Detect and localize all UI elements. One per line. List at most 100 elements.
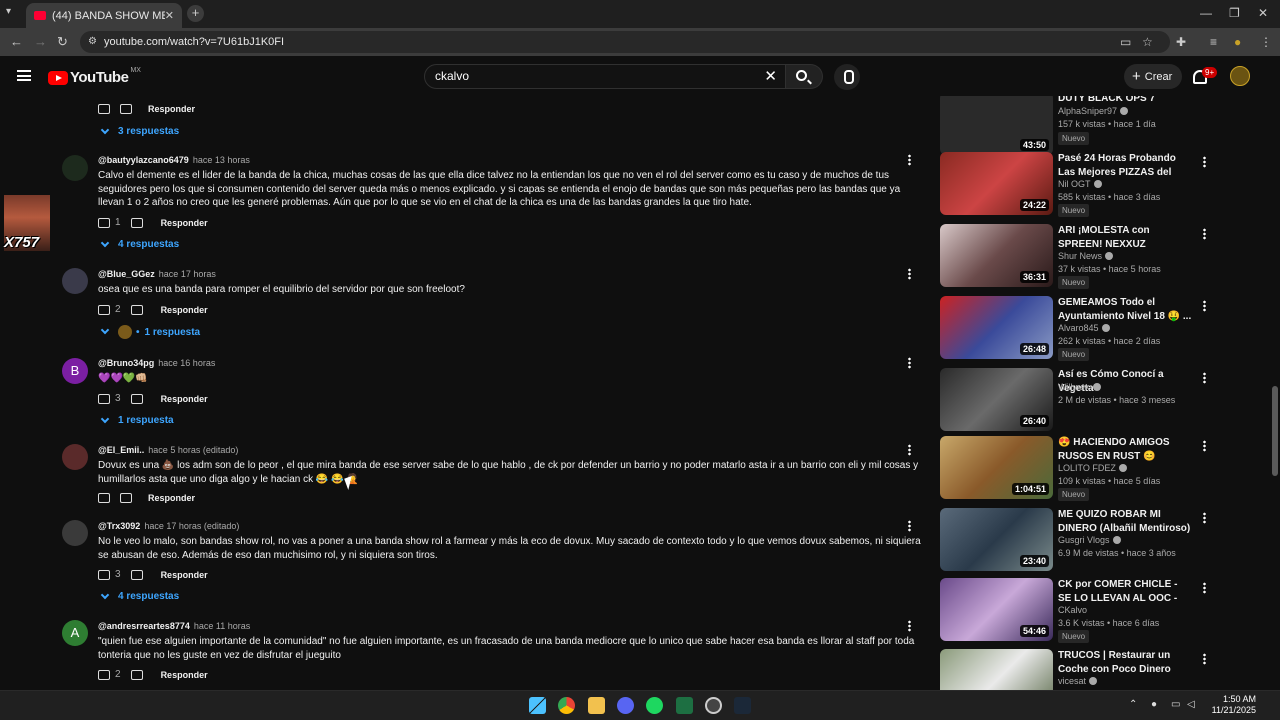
like-icon[interactable] bbox=[98, 569, 110, 580]
like-icon[interactable] bbox=[98, 217, 110, 228]
comment-menu-icon[interactable] bbox=[908, 357, 911, 369]
dislike-icon[interactable] bbox=[130, 304, 143, 315]
create-button[interactable]: + Crear bbox=[1124, 64, 1182, 89]
video-menu-icon[interactable] bbox=[1203, 653, 1206, 665]
video-menu-icon[interactable] bbox=[1203, 582, 1206, 594]
steam-icon[interactable] bbox=[734, 697, 751, 714]
comment-time[interactable]: hace 17 horas bbox=[159, 269, 216, 279]
video-title[interactable]: ARI ¡MOLESTA con SPREEN! NEXXUZ ¡EXPULSA… bbox=[1058, 224, 1192, 251]
video-menu-icon[interactable] bbox=[1203, 440, 1206, 452]
reading-list-icon[interactable]: ≡ bbox=[1210, 35, 1217, 49]
tray-chevron-icon[interactable]: ⌃ bbox=[1129, 699, 1137, 710]
avatar[interactable]: A bbox=[62, 620, 88, 646]
minimize-icon[interactable]: — bbox=[1200, 6, 1212, 20]
reply-button[interactable]: Responder bbox=[161, 305, 208, 315]
comment-author[interactable]: @El_Emii.. bbox=[98, 445, 144, 455]
dislike-icon[interactable] bbox=[130, 669, 143, 680]
replies-toggle[interactable]: 1 respuesta bbox=[100, 414, 174, 426]
excel-icon[interactable] bbox=[676, 697, 693, 714]
like-icon[interactable] bbox=[98, 304, 110, 315]
replies-toggle[interactable]: 4 respuestas bbox=[100, 590, 179, 602]
spotify-icon[interactable] bbox=[646, 697, 663, 714]
like-icon[interactable] bbox=[98, 104, 110, 114]
browser-tab[interactable]: (44) BANDA SHOW MEME ROL ✕ bbox=[26, 3, 182, 28]
avatar[interactable] bbox=[62, 520, 88, 546]
video-thumbnail[interactable]: 54:46 bbox=[940, 578, 1053, 641]
volume-icon[interactable]: ◁ bbox=[1187, 699, 1195, 710]
video-title[interactable]: GEMEAMOS Todo el Ayuntamiento Nivel 18 🤑… bbox=[1058, 296, 1192, 323]
file-explorer-icon[interactable] bbox=[588, 697, 605, 714]
voice-search-mic-icon[interactable] bbox=[834, 64, 860, 90]
avatar[interactable]: B bbox=[62, 358, 88, 384]
window-close-icon[interactable]: ✕ bbox=[1258, 6, 1268, 20]
video-card[interactable]: 43:50 DUTY BLACK OPS 7 AlphaSniper97 157… bbox=[940, 96, 1210, 158]
video-channel[interactable]: Alvaro845 bbox=[1058, 323, 1110, 333]
system-clock[interactable]: 1:50 AM 11/21/2025 bbox=[1206, 694, 1256, 716]
reply-button[interactable]: Responder bbox=[161, 394, 208, 404]
video-card[interactable]: 26:48 GEMEAMOS Todo el Ayuntamiento Nive… bbox=[940, 296, 1210, 362]
comment-author[interactable]: @Bruno34pg bbox=[98, 358, 154, 368]
video-channel[interactable]: Willyrex bbox=[1058, 382, 1101, 392]
video-channel[interactable]: Gusgri Vlogs bbox=[1058, 535, 1121, 545]
browser-menu-icon[interactable]: ⋮ bbox=[1260, 35, 1272, 49]
menu-icon[interactable] bbox=[17, 70, 31, 81]
video-menu-icon[interactable] bbox=[1203, 372, 1206, 384]
bookmark-star-icon[interactable]: ☆ bbox=[1142, 35, 1153, 49]
like-icon[interactable] bbox=[98, 493, 110, 503]
comment-time[interactable]: hace 13 horas bbox=[193, 155, 250, 165]
discord-icon[interactable] bbox=[617, 697, 634, 714]
extensions-icon[interactable]: ✚ bbox=[1176, 35, 1186, 49]
search-input[interactable]: ckalvo ✕ bbox=[424, 64, 786, 89]
comment-menu-icon[interactable] bbox=[908, 520, 911, 532]
comment-time[interactable]: hace 11 horas bbox=[194, 621, 250, 631]
video-thumbnail[interactable]: 26:40 bbox=[940, 368, 1053, 431]
video-menu-icon[interactable] bbox=[1203, 512, 1206, 524]
video-title[interactable]: 😍 HACIENDO AMIGOS RUSOS EN RUST 😊 bbox=[1058, 436, 1192, 463]
tab-search-icon[interactable]: ▾ bbox=[6, 6, 11, 17]
comment-author[interactable]: @bautyylazcano6479 bbox=[98, 155, 189, 165]
video-thumbnail[interactable] bbox=[940, 649, 1053, 690]
url-bar[interactable]: ⚙ youtube.com/watch?v=7U61bJ1K0FI bbox=[80, 31, 1170, 53]
video-channel[interactable]: CKalvo bbox=[1058, 605, 1087, 615]
video-channel[interactable]: vicesat bbox=[1058, 676, 1098, 686]
comment-menu-icon[interactable] bbox=[908, 268, 911, 280]
cast-icon[interactable]: ▭ bbox=[1120, 35, 1131, 49]
video-card[interactable]: 23:40 ME QUIZO ROBAR MI DINERO (Albañil … bbox=[940, 508, 1210, 574]
dislike-icon[interactable] bbox=[120, 493, 132, 503]
network-icon[interactable]: ▭ bbox=[1171, 699, 1180, 710]
dislike-icon[interactable] bbox=[130, 393, 143, 404]
video-card[interactable]: 54:46 CK por COMER CHICLE - SE LO LLEVAN… bbox=[940, 578, 1210, 644]
dislike-icon[interactable] bbox=[130, 569, 143, 580]
back-icon[interactable]: ← bbox=[10, 34, 23, 49]
video-card[interactable]: 1:04:51 😍 HACIENDO AMIGOS RUSOS EN RUST … bbox=[940, 436, 1210, 502]
video-channel[interactable]: AlphaSniper97 bbox=[1058, 106, 1129, 116]
avatar[interactable] bbox=[62, 444, 88, 470]
video-thumbnail[interactable]: 1:04:51 bbox=[940, 436, 1053, 499]
comment-author[interactable]: @Trx3092 bbox=[98, 521, 140, 531]
comment-menu-icon[interactable] bbox=[908, 154, 911, 166]
scrollbar-thumb[interactable] bbox=[1272, 386, 1278, 476]
comment-author[interactable]: @andresrreartes8774 bbox=[98, 621, 190, 631]
video-channel[interactable]: Nil OGT bbox=[1058, 179, 1102, 189]
reply-button[interactable]: Responder bbox=[161, 670, 208, 680]
video-thumbnail[interactable]: 36:31 bbox=[940, 224, 1053, 287]
clear-search-icon[interactable]: ✕ bbox=[764, 65, 777, 88]
video-thumbnail[interactable]: 23:40 bbox=[940, 508, 1053, 571]
profile-icon[interactable]: ● bbox=[1234, 35, 1241, 49]
video-menu-icon[interactable] bbox=[1203, 228, 1206, 240]
video-thumbnail[interactable]: 26:48 bbox=[940, 296, 1053, 359]
page-scrollbar[interactable] bbox=[1270, 56, 1280, 690]
reply-button[interactable]: Responder bbox=[161, 570, 208, 580]
video-menu-icon[interactable] bbox=[1203, 300, 1206, 312]
video-title[interactable]: CK por COMER CHICLE - SE LO LLEVAN AL OO… bbox=[1058, 578, 1192, 605]
mic-tray-icon[interactable]: ● bbox=[1151, 699, 1157, 710]
comment-author[interactable]: @Blue_GGez bbox=[98, 269, 155, 279]
like-icon[interactable] bbox=[98, 669, 110, 680]
video-thumbnail[interactable]: 43:50 bbox=[940, 96, 1053, 155]
reply-button[interactable]: Responder bbox=[148, 493, 195, 503]
reload-icon[interactable]: ↻ bbox=[57, 34, 68, 50]
video-title[interactable]: TRUCOS | Restaurar un Coche con Poco Din… bbox=[1058, 649, 1192, 676]
video-title[interactable]: ME QUIZO ROBAR MI DINERO (Albañil Mentir… bbox=[1058, 508, 1192, 535]
replies-toggle[interactable]: 4 respuestas bbox=[100, 238, 179, 250]
comment-time[interactable]: hace 5 horas (editado) bbox=[148, 445, 238, 455]
